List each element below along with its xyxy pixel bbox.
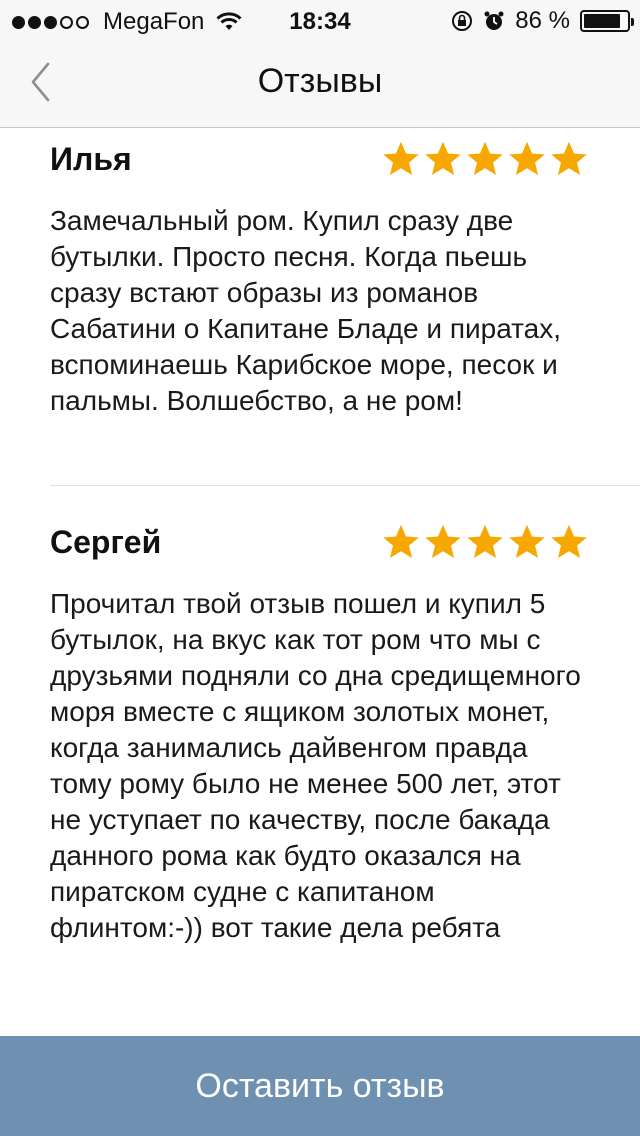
- reviewer-name: Сергей: [50, 523, 162, 560]
- navigation-bar: Отзывы: [0, 40, 640, 128]
- star-icon: [425, 141, 461, 175]
- star-icon: [467, 141, 503, 175]
- review-header: Сергей: [50, 518, 590, 566]
- rotation-lock-icon: [452, 11, 473, 31]
- review-text: Замечальный ром. Купил сразу две бутылки…: [50, 205, 562, 416]
- rating-stars: [382, 524, 588, 560]
- alarm-icon: [484, 11, 504, 30]
- battery-icon: [580, 10, 634, 32]
- status-bar: MegaFon 18:34 86 %: [0, 0, 640, 40]
- star-icon: [425, 524, 461, 558]
- star-icon: [509, 141, 545, 175]
- rating-stars: [382, 141, 588, 177]
- status-right: 86 %: [451, 7, 634, 35]
- battery-percentage: 86 %: [515, 7, 570, 34]
- review-item: Илья Замечальный ром. Купил сразу две бу…: [50, 135, 590, 419]
- review-divider: [50, 485, 640, 486]
- battery-cap: [631, 18, 634, 26]
- star-icon: [383, 141, 419, 175]
- star-icon: [509, 524, 545, 558]
- review-item: Сергей Прочитал твой отзыв пошел и купил…: [50, 518, 590, 946]
- star-icon: [467, 524, 503, 558]
- star-icon: [551, 524, 587, 558]
- leave-review-button[interactable]: Оставить отзыв: [0, 1036, 640, 1136]
- reviewer-name: Илья: [50, 140, 132, 177]
- battery-fill: [584, 14, 621, 28]
- review-header: Илья: [50, 135, 590, 183]
- review-text: Прочитал твой отзыв пошел и купил 5 буты…: [50, 588, 581, 943]
- star-icon: [551, 141, 587, 175]
- star-icon: [383, 524, 419, 558]
- reviews-list[interactable]: Илья Замечальный ром. Купил сразу две бу…: [0, 129, 640, 1036]
- page-title: Отзывы: [257, 62, 383, 100]
